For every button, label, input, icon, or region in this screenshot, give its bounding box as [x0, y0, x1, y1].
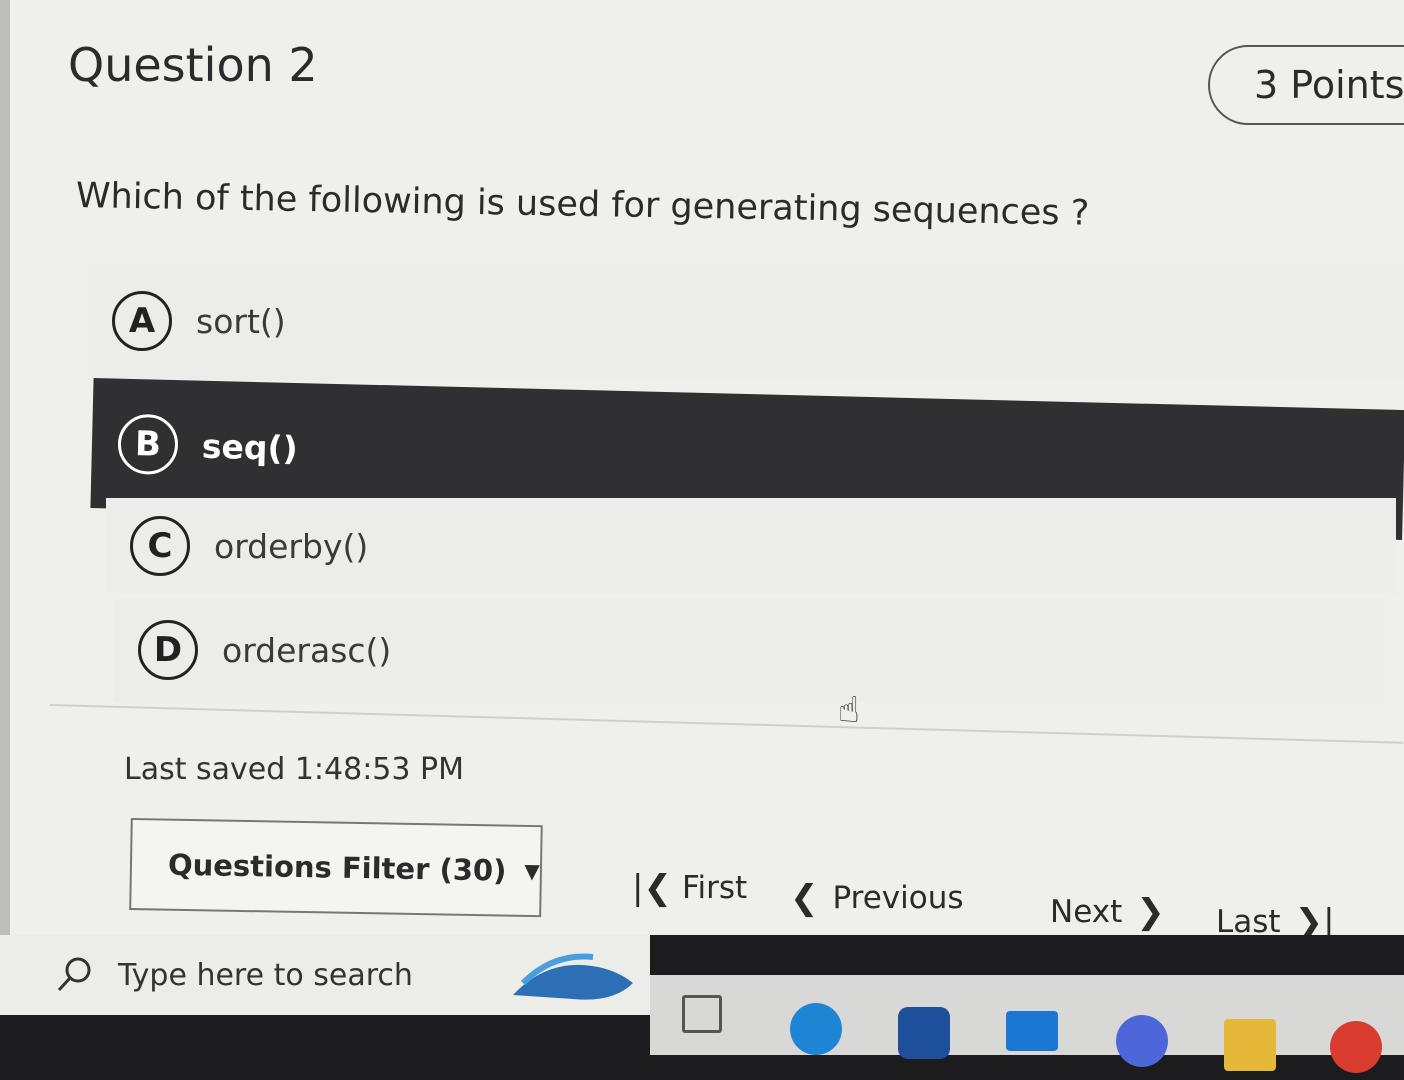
file-explorer-icon[interactable] [1224, 1019, 1276, 1071]
taskbar-search[interactable]: Type here to search [0, 935, 650, 1015]
option-c[interactable]: C orderby() [106, 498, 1396, 594]
quiz-page: Question 2 3 Points Which of the followi… [10, 0, 1404, 942]
question-title: Question 2 [68, 38, 318, 92]
monitor-bezel [0, 0, 10, 1080]
chevron-right-icon: ❯ [1136, 892, 1165, 932]
search-placeholder: Type here to search [118, 957, 413, 993]
first-label: First [681, 870, 748, 906]
points-badge: 3 Points [1208, 45, 1404, 125]
questions-filter-label: Questions Filter (30) [167, 847, 507, 888]
option-d[interactable]: D orderasc() [114, 598, 1384, 702]
previous-button[interactable]: ❮ Previous [790, 878, 964, 918]
option-c-label: orderby() [214, 526, 369, 566]
chrome-icon[interactable] [1330, 1021, 1382, 1073]
option-d-label: orderasc() [222, 630, 392, 670]
option-a-letter: A [112, 291, 172, 351]
questions-filter-dropdown[interactable]: Questions Filter (30) ▼ [129, 818, 543, 918]
task-view-icon[interactable] [682, 995, 722, 1033]
previous-label: Previous [832, 880, 964, 916]
option-c-letter: C [130, 516, 190, 576]
first-button[interactable]: |❮ First [632, 868, 747, 908]
divider [49, 704, 1404, 744]
last-saved-text: Last saved 1:48:53 PM [124, 752, 464, 787]
caret-down-icon: ▼ [524, 858, 540, 884]
option-d-letter: D [138, 620, 198, 680]
option-b-label: seq() [201, 426, 299, 468]
question-text: Which of the following is used for gener… [75, 176, 1090, 234]
taskbar-icons [650, 975, 1404, 1073]
next-label: Next [1050, 894, 1123, 930]
store-icon[interactable] [898, 1007, 950, 1059]
hand-cursor-icon: ☝ [838, 690, 860, 731]
chevron-left-icon: ❮ [790, 878, 819, 918]
next-button[interactable]: Next ❯ [1050, 892, 1165, 932]
mail-icon[interactable] [1006, 1011, 1058, 1051]
edge-icon[interactable] [790, 1003, 842, 1055]
option-b-letter: B [117, 413, 179, 476]
dolphin-icon [512, 953, 633, 1000]
option-a[interactable]: A sort() [88, 262, 1404, 380]
option-a-label: sort() [196, 301, 286, 341]
first-icon: |❮ [632, 868, 672, 908]
copilot-icon[interactable] [1116, 1015, 1168, 1067]
search-icon [57, 957, 91, 992]
